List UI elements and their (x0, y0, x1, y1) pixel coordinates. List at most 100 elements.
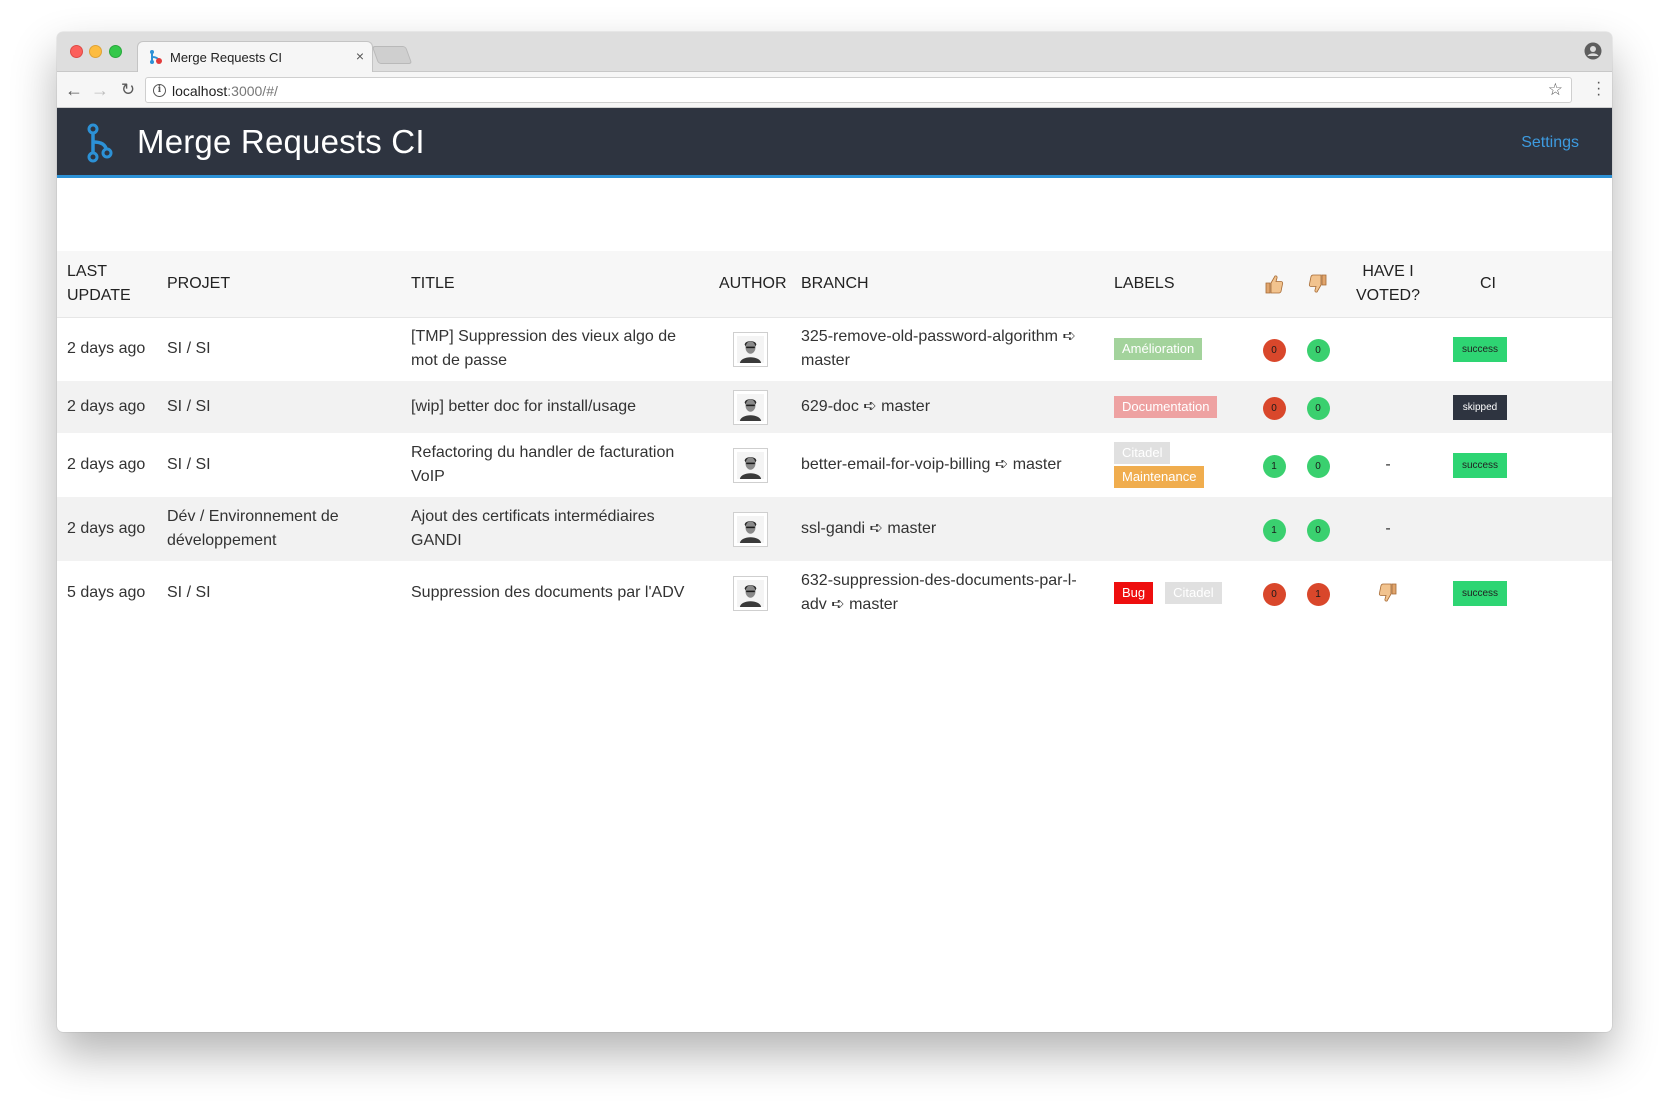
url-host: localhost (172, 83, 228, 99)
row-ci-cell: success (1436, 317, 1612, 381)
row-branch[interactable]: better-email-for-voip-billing ➪ master (791, 433, 1104, 497)
label-badge[interactable]: Maintenance (1114, 466, 1205, 488)
reload-icon[interactable]: ↻ (117, 79, 139, 101)
row-upvotes-cell: 1 (1252, 433, 1296, 497)
row-last-update: 2 days ago (67, 340, 146, 358)
minimize-window-button[interactable] (89, 45, 102, 58)
tab-title: Merge Requests CI (170, 50, 282, 65)
row-have-i-voted (1340, 317, 1436, 381)
row-labels (1104, 497, 1252, 561)
profile-icon[interactable] (1584, 42, 1602, 60)
table-row[interactable]: 2 days ago SI / SI [TMP] Suppression des… (57, 317, 1612, 381)
ci-status-badge[interactable]: skipped (1453, 395, 1507, 420)
header-project[interactable]: PROJET (157, 251, 401, 318)
table-row[interactable]: 5 days ago SI / SI Suppression des docum… (57, 561, 1612, 625)
header-thumbs-down[interactable] (1296, 251, 1340, 318)
author-avatar[interactable] (732, 331, 768, 367)
header-have-i-voted[interactable]: HAVE I VOTED? (1340, 251, 1436, 318)
bookmark-star-icon[interactable]: ☆ (1548, 80, 1563, 100)
downvote-count-badge[interactable]: 0 (1306, 396, 1330, 420)
app-navbar: Merge Requests CI Settings (57, 108, 1612, 178)
address-bar[interactable]: i localhost:3000/#/ ☆ (145, 77, 1572, 103)
row-title[interactable]: Refactoring du handler de facturation Vo… (401, 433, 709, 497)
label-badge[interactable]: Amélioration (1114, 338, 1203, 361)
ci-status-badge[interactable]: success (1453, 453, 1507, 478)
upvote-count-badge[interactable]: 1 (1262, 454, 1286, 478)
row-title[interactable]: Ajout des certificats intermédiaires GAN… (401, 497, 709, 561)
new-tab-button[interactable] (371, 46, 413, 64)
url-path: :3000/#/ (227, 83, 278, 99)
browser-menu-icon[interactable]: · · · (1596, 75, 1601, 103)
label-badge[interactable]: Citadel (1114, 442, 1171, 464)
row-branch[interactable]: 325-remove-old-password-algorithm ➪ mast… (791, 317, 1104, 381)
maximize-window-button[interactable] (109, 45, 122, 58)
merge-requests-table: LAST UPDATE PROJET TITLE AUTHOR BRANCH LA… (57, 251, 1612, 625)
header-voted-line1: HAVE I (1362, 262, 1414, 280)
row-project[interactable]: SI / SI (157, 317, 401, 381)
header-last-update-line2: UPDATE (67, 286, 131, 304)
back-arrow-icon[interactable]: ← (63, 79, 85, 101)
row-ci-cell: skipped (1436, 381, 1612, 433)
row-project[interactable]: SI / SI (157, 381, 401, 433)
header-last-update[interactable]: LAST UPDATE (57, 251, 157, 318)
forward-arrow-icon[interactable]: → (89, 79, 111, 101)
upvote-count-badge[interactable]: 0 (1262, 396, 1286, 420)
author-avatar[interactable] (732, 575, 768, 611)
table-body: 2 days ago SI / SI [TMP] Suppression des… (57, 317, 1612, 625)
header-labels[interactable]: LABELS (1104, 251, 1252, 318)
row-upvotes-cell: 0 (1252, 317, 1296, 381)
settings-link[interactable]: Settings (1521, 134, 1579, 152)
row-downvotes-cell: 0 (1296, 433, 1340, 497)
row-branch[interactable]: 629-doc ➪ master (791, 381, 1104, 433)
label-badge[interactable]: Documentation (1114, 396, 1218, 418)
table-row[interactable]: 2 days ago Dév / Environnement de dévelo… (57, 497, 1612, 561)
author-avatar[interactable] (732, 447, 768, 483)
header-author[interactable]: AUTHOR (709, 251, 791, 318)
author-avatar-icon (736, 579, 764, 607)
row-downvotes-cell: 0 (1296, 497, 1340, 561)
downvote-count-badge[interactable]: 0 (1306, 518, 1330, 542)
row-downvotes-cell: 1 (1296, 561, 1340, 625)
downvote-count-badge[interactable]: 0 (1306, 454, 1330, 478)
downvote-count-badge[interactable]: 0 (1306, 338, 1330, 362)
table-row[interactable]: 2 days ago SI / SI Refactoring du handle… (57, 433, 1612, 497)
row-author-cell (709, 561, 791, 625)
row-project[interactable]: SI / SI (157, 561, 401, 625)
author-avatar[interactable] (732, 511, 768, 547)
row-last-update: 2 days ago (57, 381, 157, 433)
downvote-count-badge[interactable]: 1 (1306, 582, 1330, 606)
header-title[interactable]: TITLE (401, 251, 709, 318)
info-icon[interactable]: i (153, 84, 166, 97)
row-author-cell (709, 433, 791, 497)
row-branch[interactable]: 632-suppression-des-documents-par-l-adv … (791, 561, 1104, 625)
row-title[interactable]: [wip] better doc for install/usage (401, 381, 709, 433)
browser-tab[interactable]: Merge Requests CI × (137, 41, 373, 73)
author-avatar[interactable] (732, 389, 768, 425)
author-avatar-icon (736, 335, 764, 363)
row-branch[interactable]: ssl-gandi ➪ master (791, 497, 1104, 561)
upvote-count-badge[interactable]: 0 (1262, 338, 1286, 362)
upvote-count-badge[interactable]: 1 (1262, 518, 1286, 542)
row-project[interactable]: SI / SI (157, 433, 401, 497)
upvote-count-badge[interactable]: 0 (1262, 582, 1286, 606)
close-window-button[interactable] (70, 45, 83, 58)
row-project[interactable]: Dév / Environnement de développement (157, 497, 401, 561)
merge-requests-table-container: LAST UPDATE PROJET TITLE AUTHOR BRANCH LA… (57, 251, 1612, 625)
tab-strip: Merge Requests CI × (57, 32, 1612, 73)
row-last-update: 2 days ago (57, 497, 157, 561)
header-thumbs-up[interactable] (1252, 251, 1296, 318)
ci-status-badge[interactable]: success (1453, 337, 1507, 363)
label-badge[interactable]: Bug (1114, 582, 1154, 604)
row-labels: Bug Citadel (1104, 561, 1252, 625)
tab-close-icon[interactable]: × (356, 48, 364, 64)
row-title[interactable]: [TMP] Suppression des vieux algo de mot … (401, 317, 709, 381)
row-title[interactable]: Suppression des documents par l'ADV (401, 561, 709, 625)
header-branch[interactable]: BRANCH (791, 251, 1104, 318)
row-upvotes-cell: 0 (1252, 381, 1296, 433)
header-ci[interactable]: CI (1436, 251, 1612, 318)
merge-request-logo-icon[interactable] (85, 122, 115, 164)
table-row[interactable]: 2 days ago SI / SI [wip] better doc for … (57, 381, 1612, 433)
ci-status-badge[interactable]: success (1453, 581, 1507, 606)
label-badge[interactable]: Citadel (1165, 582, 1222, 604)
row-downvotes-cell: 0 (1296, 381, 1340, 433)
